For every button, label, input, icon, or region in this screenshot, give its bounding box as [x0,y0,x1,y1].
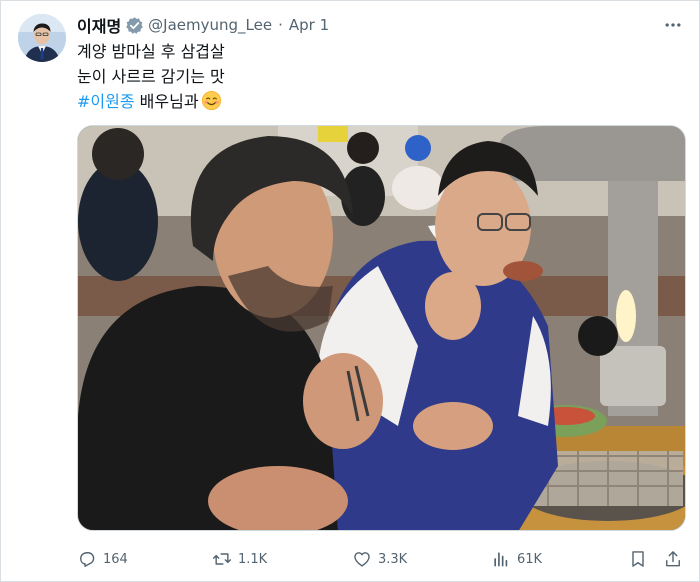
reply-button[interactable]: 164 [77,546,128,572]
retweet-icon [212,553,232,565]
like-count: 3.3K [378,551,408,567]
tweet-header: 이재명 @Jaemyung_Lee · Apr 1 [77,13,329,37]
views-button[interactable]: 61K [491,546,542,572]
retweet-button[interactable]: 1.1K [212,546,267,572]
verified-badge-icon [125,16,144,35]
share-button[interactable] [663,546,683,572]
tweet-text-line-3: #이원종 배우님과 [77,89,677,114]
tweet-date[interactable]: Apr 1 [289,16,329,34]
tweet-actions: 164 1.1K 3.3K 61K [77,546,686,572]
heart-icon [354,552,370,567]
bookmark-button[interactable] [628,546,648,572]
hashtag-link[interactable]: #이원종 [77,92,135,111]
avatar-image [18,14,66,62]
tweet-text-line-1: 계양 밤마실 후 삼겹살 [77,42,225,61]
share-icon [666,551,680,567]
reply-icon [80,552,95,567]
tweet-card: 이재명 @Jaemyung_Lee · Apr 1 계양 밤마실 후 삼겹살 눈… [0,0,700,582]
bookmark-icon [632,551,644,567]
reply-count: 164 [103,551,128,567]
like-button[interactable]: 3.3K [352,546,407,572]
tweet-text: 계양 밤마실 후 삼겹살 눈이 사르르 감기는 맛 #이원종 배우님과 [77,39,677,114]
more-dots-icon [665,23,681,27]
tweet-photo[interactable] [77,125,686,531]
avatar[interactable] [18,14,66,62]
retweet-count: 1.1K [238,551,268,567]
tweet-text-line-3-rest: 배우님과 [134,92,199,111]
separator-dot: · [278,16,283,34]
author-display-name[interactable]: 이재명 [77,13,121,37]
tweet-text-line-2: 눈이 사르르 감기는 맛 [77,67,225,86]
analytics-icon [494,552,508,567]
views-count: 61K [517,551,543,567]
author-handle[interactable]: @Jaemyung_Lee [148,16,272,34]
more-options-button[interactable] [661,13,685,37]
smiling-face-icon [201,90,222,111]
photo-illustration [78,126,685,530]
